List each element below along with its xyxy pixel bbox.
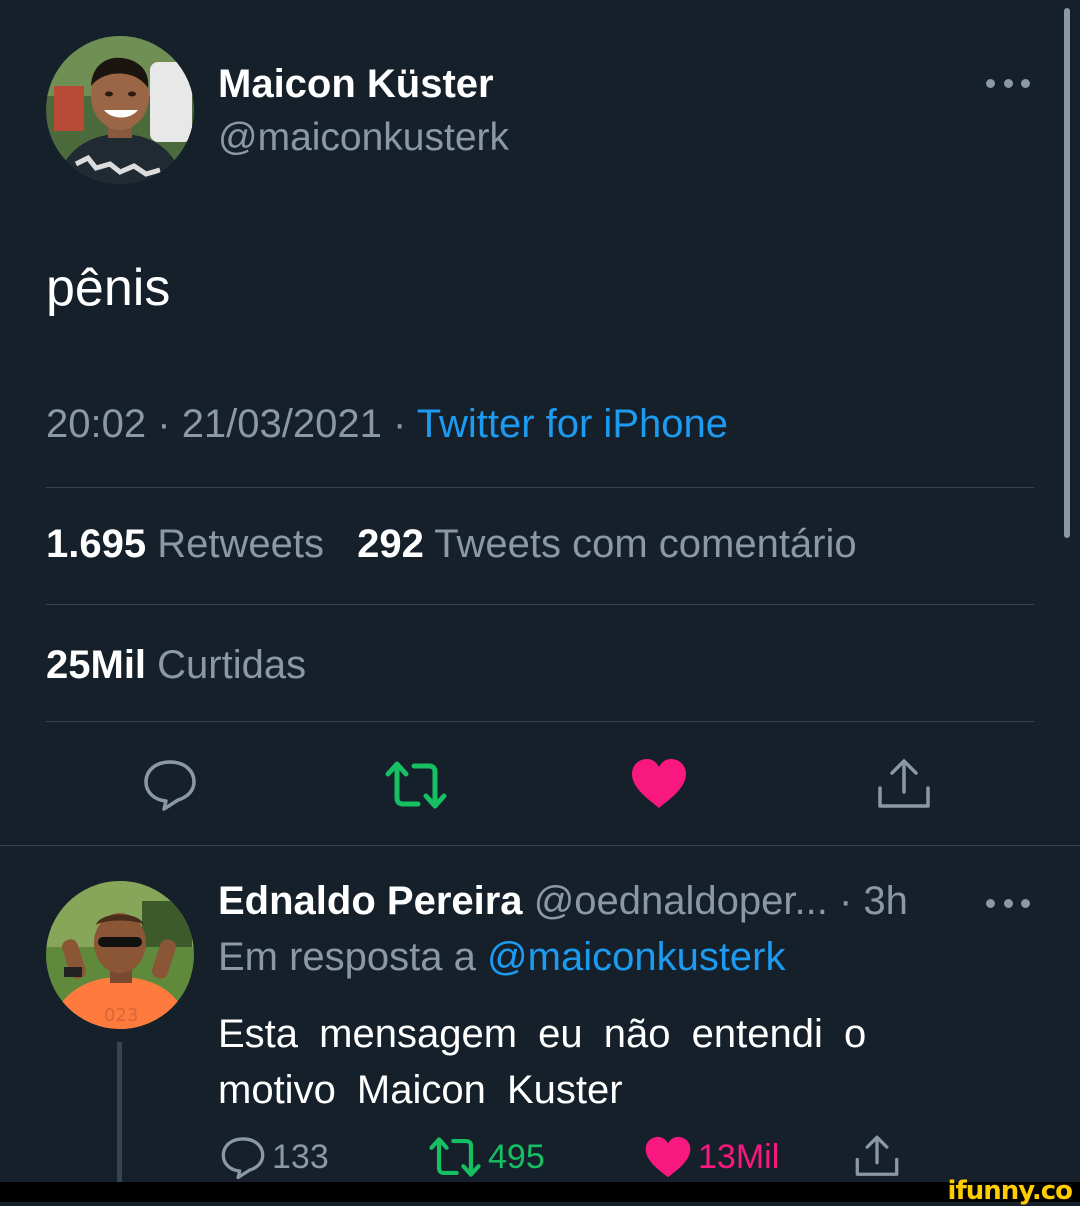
reply-reply-action[interactable]: 133 [220, 1132, 329, 1182]
reply-more-options-icon[interactable] [986, 896, 1030, 910]
svg-text:023: 023 [104, 1005, 138, 1026]
watermark-bar [0, 1182, 1080, 1202]
retweet-icon [429, 1137, 481, 1177]
tweet-date[interactable]: 21/03/2021 [182, 402, 382, 446]
reply-author-avatar[interactable]: 023 [46, 881, 194, 1029]
retweets-stat[interactable]: 1.695 Retweets [46, 522, 324, 566]
dot [1021, 78, 1030, 88]
reply-icon [221, 1137, 265, 1180]
author-name[interactable]: Maicon Küster [218, 62, 494, 107]
likes-stat[interactable]: 25Mil Curtidas [46, 643, 306, 688]
reply-icon[interactable] [142, 756, 198, 812]
divider [46, 721, 1034, 722]
reply-share-action[interactable] [854, 1132, 906, 1182]
dot [1003, 898, 1013, 908]
reply-author-name[interactable]: Ednaldo Pereira [218, 879, 523, 923]
dot [986, 78, 995, 88]
dot [986, 898, 995, 908]
section-divider [0, 845, 1080, 846]
tweet-text: pênis [46, 259, 171, 317]
reply-time[interactable]: · 3h [839, 879, 908, 923]
thread-line [117, 1042, 122, 1192]
reply-like-action[interactable]: 13Mil [644, 1132, 779, 1182]
reply-like-count: 13Mil [698, 1137, 780, 1176]
retweets-label: Retweets [157, 522, 324, 566]
tweet-source-link[interactable]: Twitter for iPhone [417, 402, 728, 446]
divider [46, 487, 1034, 488]
reply-text: Esta mensagem eu não entendi o motivo Ma… [218, 1012, 867, 1112]
reply-retweet-count: 495 [488, 1137, 545, 1176]
in-reply-to: Em resposta a @maiconkusterk [218, 935, 786, 980]
reply-author-handle[interactable]: @oednaldoper... [534, 879, 828, 923]
in-reply-to-mention[interactable]: @maiconkusterk [487, 935, 785, 979]
likes-label: Curtidas [157, 643, 307, 687]
retweets-count: 1.695 [46, 522, 147, 566]
like-heart-icon [645, 1136, 691, 1177]
tweet-meta: 20:02 · 21/03/2021 · Twitter for iPhone [46, 402, 728, 447]
tweet-time[interactable]: 20:02 [46, 402, 146, 446]
author-avatar[interactable] [46, 36, 194, 184]
like-heart-icon[interactable] [630, 758, 688, 810]
meta-separator: · [393, 402, 407, 446]
likes-count: 25Mil [46, 643, 147, 687]
reply-reply-count: 133 [272, 1137, 329, 1176]
author-handle[interactable]: @maiconkusterk [218, 116, 509, 160]
scrollbar[interactable] [1064, 8, 1070, 538]
quotes-label: Tweets com comentário [434, 522, 857, 566]
more-options-icon[interactable] [986, 76, 1030, 90]
in-reply-to-label: Em resposta a [218, 935, 476, 979]
dot [1003, 78, 1013, 88]
share-icon [855, 1135, 899, 1176]
dot [1021, 898, 1030, 908]
meta-separator: · [157, 402, 171, 446]
retweet-stats: 1.695 Retweets 292 Tweets com comentário [46, 522, 879, 567]
reply-retweet-action[interactable]: 495 [428, 1132, 545, 1182]
reply-header: Ednaldo Pereira @oednaldoper... · 3h [218, 879, 908, 924]
quotes-count: 292 [357, 522, 424, 566]
divider [46, 604, 1034, 605]
quotes-stat[interactable]: 292 Tweets com comentário [357, 522, 857, 566]
retweet-icon[interactable] [384, 760, 448, 810]
share-icon[interactable] [876, 758, 932, 812]
